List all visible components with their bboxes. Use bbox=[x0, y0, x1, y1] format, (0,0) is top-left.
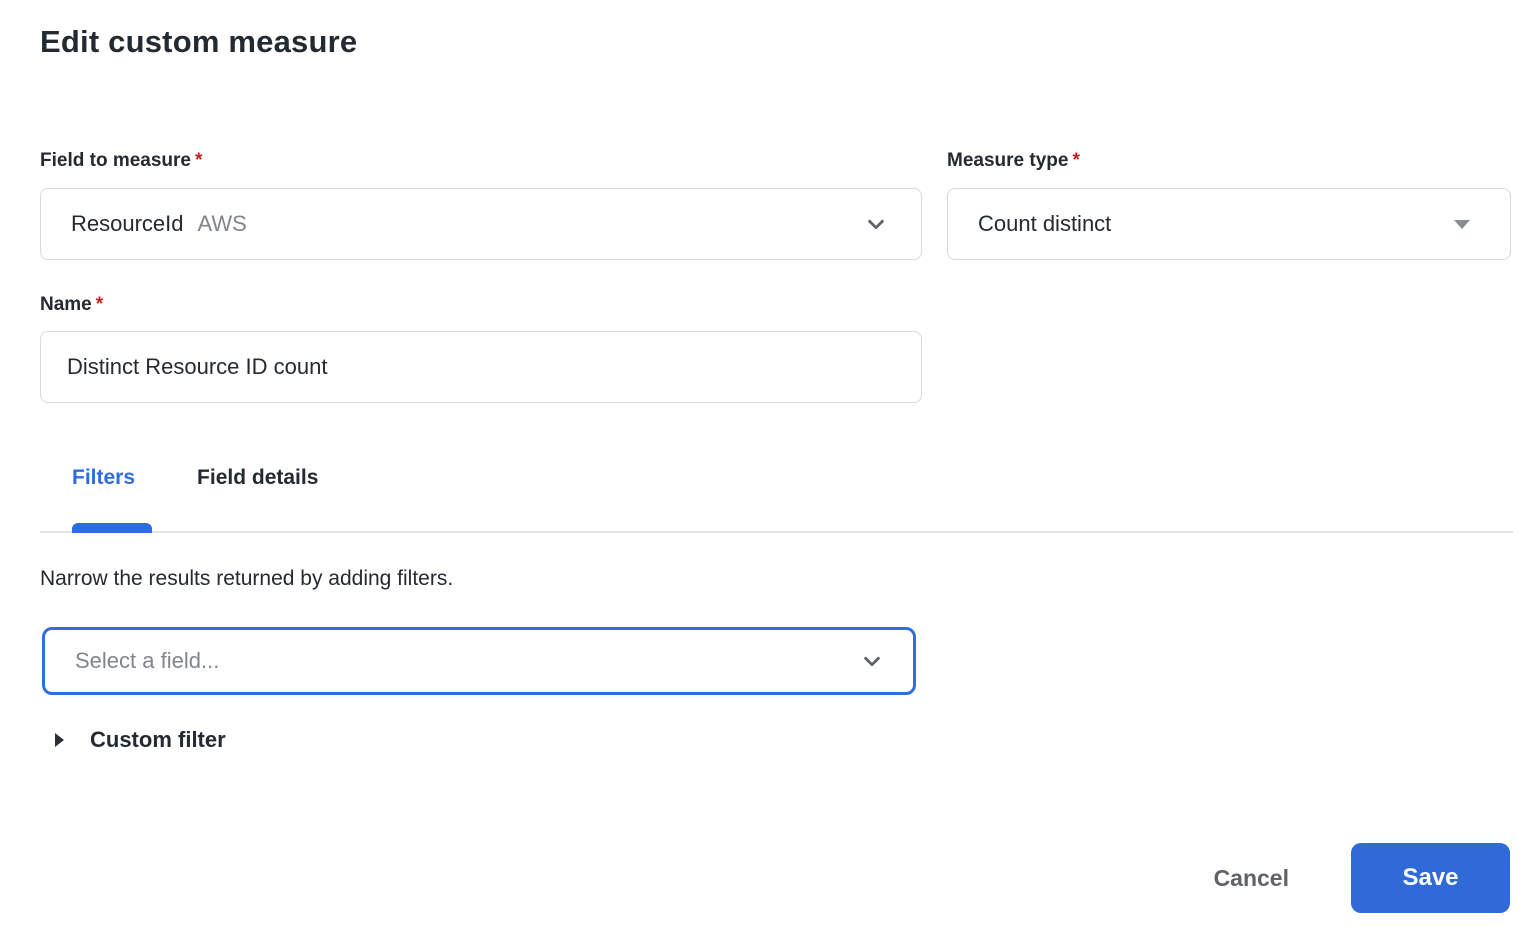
measure-type-select[interactable]: Count distinct bbox=[947, 188, 1511, 260]
tab-bar: Filters Field details bbox=[72, 466, 318, 490]
field-to-measure-label-text: Field to measure bbox=[40, 150, 191, 171]
triangle-right-icon bbox=[55, 733, 64, 747]
field-to-measure-select[interactable]: ResourceId AWS bbox=[40, 188, 922, 260]
custom-filter-label: Custom filter bbox=[90, 727, 226, 752]
page-title: Edit custom measure bbox=[40, 24, 358, 59]
field-to-measure-value: ResourceId bbox=[71, 211, 184, 236]
required-asterisk: * bbox=[95, 294, 104, 315]
name-label: Name * bbox=[40, 294, 103, 316]
measure-type-value: Count distinct bbox=[978, 211, 1112, 236]
name-input[interactable] bbox=[40, 331, 922, 403]
chevron-down-icon bbox=[864, 656, 880, 667]
measure-type-label: Measure type * bbox=[947, 150, 1080, 172]
tab-field-details[interactable]: Field details bbox=[197, 466, 318, 490]
filter-field-select[interactable]: Select a field... bbox=[42, 627, 916, 695]
filters-hint: Narrow the results returned by adding fi… bbox=[40, 567, 454, 590]
field-to-measure-suffix: AWS bbox=[197, 211, 247, 236]
field-to-measure-label: Field to measure * bbox=[40, 150, 202, 172]
name-label-text: Name bbox=[40, 294, 92, 315]
chevron-down-icon bbox=[868, 219, 884, 230]
filter-field-placeholder: Select a field... bbox=[75, 648, 220, 673]
caret-down-icon bbox=[1454, 219, 1470, 229]
footer-actions: Cancel Save bbox=[1200, 843, 1510, 913]
required-asterisk: * bbox=[195, 150, 203, 171]
save-button[interactable]: Save bbox=[1351, 843, 1510, 913]
tab-filters[interactable]: Filters bbox=[72, 466, 135, 490]
tab-divider bbox=[40, 531, 1513, 533]
active-tab-indicator bbox=[72, 523, 152, 533]
custom-filter-expander[interactable]: Custom filter bbox=[55, 727, 226, 753]
cancel-button[interactable]: Cancel bbox=[1200, 855, 1303, 902]
measure-type-label-text: Measure type bbox=[947, 150, 1069, 171]
required-asterisk: * bbox=[1072, 150, 1080, 171]
edit-custom-measure-dialog: Edit custom measure Field to measure * Re… bbox=[0, 0, 1536, 926]
